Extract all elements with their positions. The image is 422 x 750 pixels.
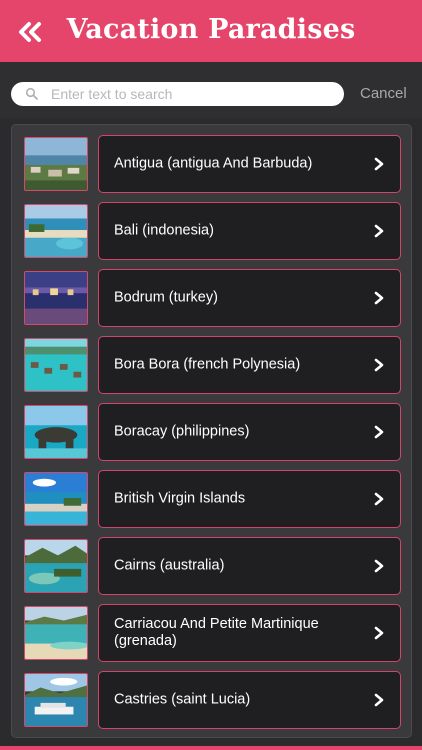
search-input[interactable] (51, 82, 336, 106)
bottom-accent-bar (0, 746, 422, 750)
chevron-right-icon (374, 693, 384, 707)
chevron-right-icon (374, 626, 384, 640)
destination-list[interactable]: Antigua (antigua And Barbuda) Bali (indo… (11, 124, 412, 738)
list-item-label: Bora Bora (french Polynesia) (114, 356, 301, 373)
list-item-label: Cairns (australia) (114, 557, 225, 574)
list-item-label: Bali (indonesia) (114, 222, 214, 239)
destination-thumbnail (24, 204, 88, 258)
chevron-right-icon (374, 425, 384, 439)
list-item[interactable]: Cairns (australia) (12, 537, 411, 597)
list-item-card[interactable]: Castries (saint Lucia) (98, 671, 401, 729)
chevron-right-icon (374, 224, 384, 238)
list-item-label: Boracay (philippines) (114, 423, 250, 440)
list-item-label: British Virgin Islands (114, 490, 246, 507)
chevron-right-icon (374, 157, 384, 171)
list-item-card[interactable]: Boracay (philippines) (98, 403, 401, 461)
list-item-card[interactable]: Bora Bora (french Polynesia) (98, 336, 401, 394)
chevron-right-icon (374, 291, 384, 305)
chevron-right-icon (374, 559, 384, 573)
list-item[interactable]: Bali (indonesia) (12, 202, 411, 262)
list-item[interactable]: British Virgin Islands (12, 470, 411, 530)
list-item-label: Carriacou And Petite Martinique (grenada… (114, 616, 319, 649)
list-item-card[interactable]: Carriacou And Petite Martinique (grenada… (98, 604, 401, 662)
chevron-right-icon (374, 358, 384, 372)
list-item[interactable]: Boracay (philippines) (12, 403, 411, 463)
search-box[interactable] (11, 82, 344, 106)
list-item-label: Bodrum (turkey) (114, 289, 218, 306)
search-icon (25, 87, 38, 100)
destination-thumbnail (24, 673, 88, 727)
list-item[interactable]: Antigua (antigua And Barbuda) (12, 135, 411, 195)
list-item-card[interactable]: Bali (indonesia) (98, 202, 401, 260)
destination-thumbnail (24, 606, 88, 660)
list-item-card[interactable]: British Virgin Islands (98, 470, 401, 528)
destination-thumbnail (24, 472, 88, 526)
list-item-card[interactable]: Cairns (australia) (98, 537, 401, 595)
destination-thumbnail (24, 338, 88, 392)
destination-thumbnail (24, 137, 88, 191)
chevron-right-icon (374, 492, 384, 506)
app-header: Vacation Paradises (0, 0, 422, 62)
destination-thumbnail (24, 271, 88, 325)
list-item[interactable]: Carriacou And Petite Martinique (grenada… (12, 604, 411, 664)
destination-thumbnail (24, 405, 88, 459)
list-item[interactable]: Bora Bora (french Polynesia) (12, 336, 411, 396)
search-bar: Cancel (0, 62, 422, 118)
list-item-label: Castries (saint Lucia) (114, 691, 251, 708)
list-item-card[interactable]: Antigua (antigua And Barbuda) (98, 135, 401, 193)
list-item-card[interactable]: Bodrum (turkey) (98, 269, 401, 327)
destination-thumbnail (24, 539, 88, 593)
list-item-label: Antigua (antigua And Barbuda) (114, 155, 313, 172)
list-item[interactable]: Bodrum (turkey) (12, 269, 411, 329)
cancel-button[interactable]: Cancel (360, 85, 407, 102)
page-title: Vacation Paradises (66, 14, 356, 45)
list-item[interactable]: Castries (saint Lucia) (12, 671, 411, 731)
